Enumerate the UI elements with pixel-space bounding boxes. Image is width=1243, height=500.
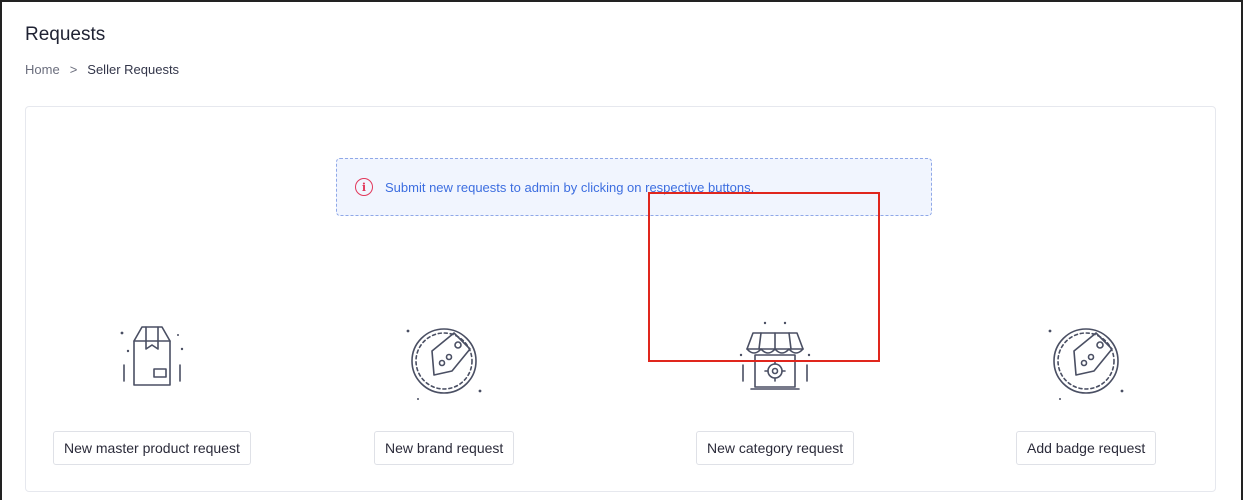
tag-icon xyxy=(1048,328,1124,400)
page-title: Requests xyxy=(25,24,106,45)
new-category-request-button[interactable]: New category request xyxy=(696,431,855,465)
new-brand-request-button[interactable]: New brand request xyxy=(374,431,515,465)
request-item-category: New category request xyxy=(696,315,855,465)
request-item-badge: Add badge request xyxy=(1016,315,1157,465)
request-item-brand: New brand request xyxy=(374,315,515,465)
store-gear-icon xyxy=(739,321,811,390)
info-alert-text: Submit new requests to admin by clicking… xyxy=(385,179,755,195)
request-item-master-product: New master product request xyxy=(53,315,251,465)
breadcrumb: Home > Seller Requests xyxy=(25,62,179,77)
breadcrumb-home-link[interactable]: Home xyxy=(25,62,60,77)
tag-icon xyxy=(406,328,482,400)
info-circle-icon: i xyxy=(355,178,373,196)
add-badge-request-button[interactable]: Add badge request xyxy=(1016,431,1157,465)
box-icon xyxy=(120,326,184,386)
info-alert: i Submit new requests to admin by clicki… xyxy=(336,158,932,216)
new-master-product-request-button[interactable]: New master product request xyxy=(53,431,251,465)
breadcrumb-separator: > xyxy=(69,62,78,77)
breadcrumb-current: Seller Requests xyxy=(87,62,180,77)
requests-card: i Submit new requests to admin by clicki… xyxy=(25,106,1216,492)
